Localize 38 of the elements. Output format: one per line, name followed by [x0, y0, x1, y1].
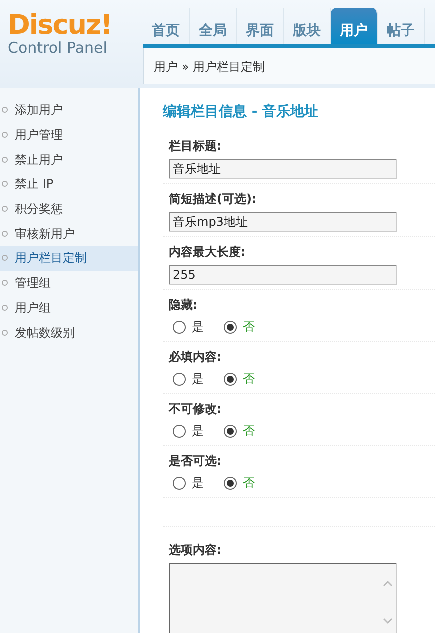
input-field[interactable]: 255 [169, 265, 397, 285]
field-label: 栏目标题: [169, 138, 223, 155]
input-field[interactable]: 音乐mp3地址 [169, 212, 397, 232]
sidebar-item[interactable]: 发帖数级别 [0, 320, 138, 345]
radio-label[interactable]: 否 [243, 422, 255, 440]
breadcrumb: 用户 » 用户栏目定制 [143, 48, 435, 84]
field-label: 隐藏: [169, 297, 199, 314]
radio-label[interactable]: 否 [243, 474, 255, 492]
sidebar-item[interactable]: 禁止用户 [0, 147, 138, 172]
radio-label[interactable]: 是 [192, 422, 204, 440]
field-label: 简短描述(可选): [169, 191, 258, 208]
logo-subtitle: Control Panel [8, 39, 108, 58]
radio-label[interactable]: 是 [192, 474, 204, 492]
nav-tab[interactable]: 首页 [143, 8, 190, 44]
field-label: 必填内容: [169, 349, 223, 366]
input-field[interactable]: 音乐地址 [169, 159, 397, 179]
radio-label[interactable]: 是 [192, 318, 204, 336]
sidebar-item[interactable]: 用户管理 [0, 122, 138, 148]
nav-tab[interactable]: 全局 [190, 8, 237, 44]
field-label: 选项内容: [169, 542, 223, 559]
radio-label[interactable]: 否 [243, 318, 255, 336]
radio-label[interactable]: 否 [243, 370, 255, 388]
sidebar-item[interactable]: 用户栏目定制 [0, 246, 138, 271]
field-label: 不可修改: [169, 401, 223, 418]
form-title: 编辑栏目信息 - 音乐地址 [163, 102, 320, 122]
field-label: 内容最大长度: [169, 244, 247, 261]
nav-tab[interactable]: 界面 [237, 8, 284, 44]
sidebar-item[interactable]: 禁止 IP [0, 172, 138, 197]
nav-tab[interactable]: 用户 [331, 8, 378, 44]
field-label: 是否可选: [169, 453, 223, 470]
sidebar-item[interactable]: 审核新用户 [0, 221, 138, 246]
sidebar-item[interactable]: 管理组 [0, 270, 138, 296]
sidebar-item[interactable]: 添加用户 [0, 98, 138, 123]
sidebar-item[interactable]: 积分奖惩 [0, 196, 138, 222]
radio-label[interactable]: 是 [192, 370, 204, 388]
logo: Discuz! [8, 12, 113, 39]
nav-tab[interactable]: 帖子 [378, 8, 425, 44]
sidebar-item[interactable]: 用户组 [0, 296, 138, 320]
